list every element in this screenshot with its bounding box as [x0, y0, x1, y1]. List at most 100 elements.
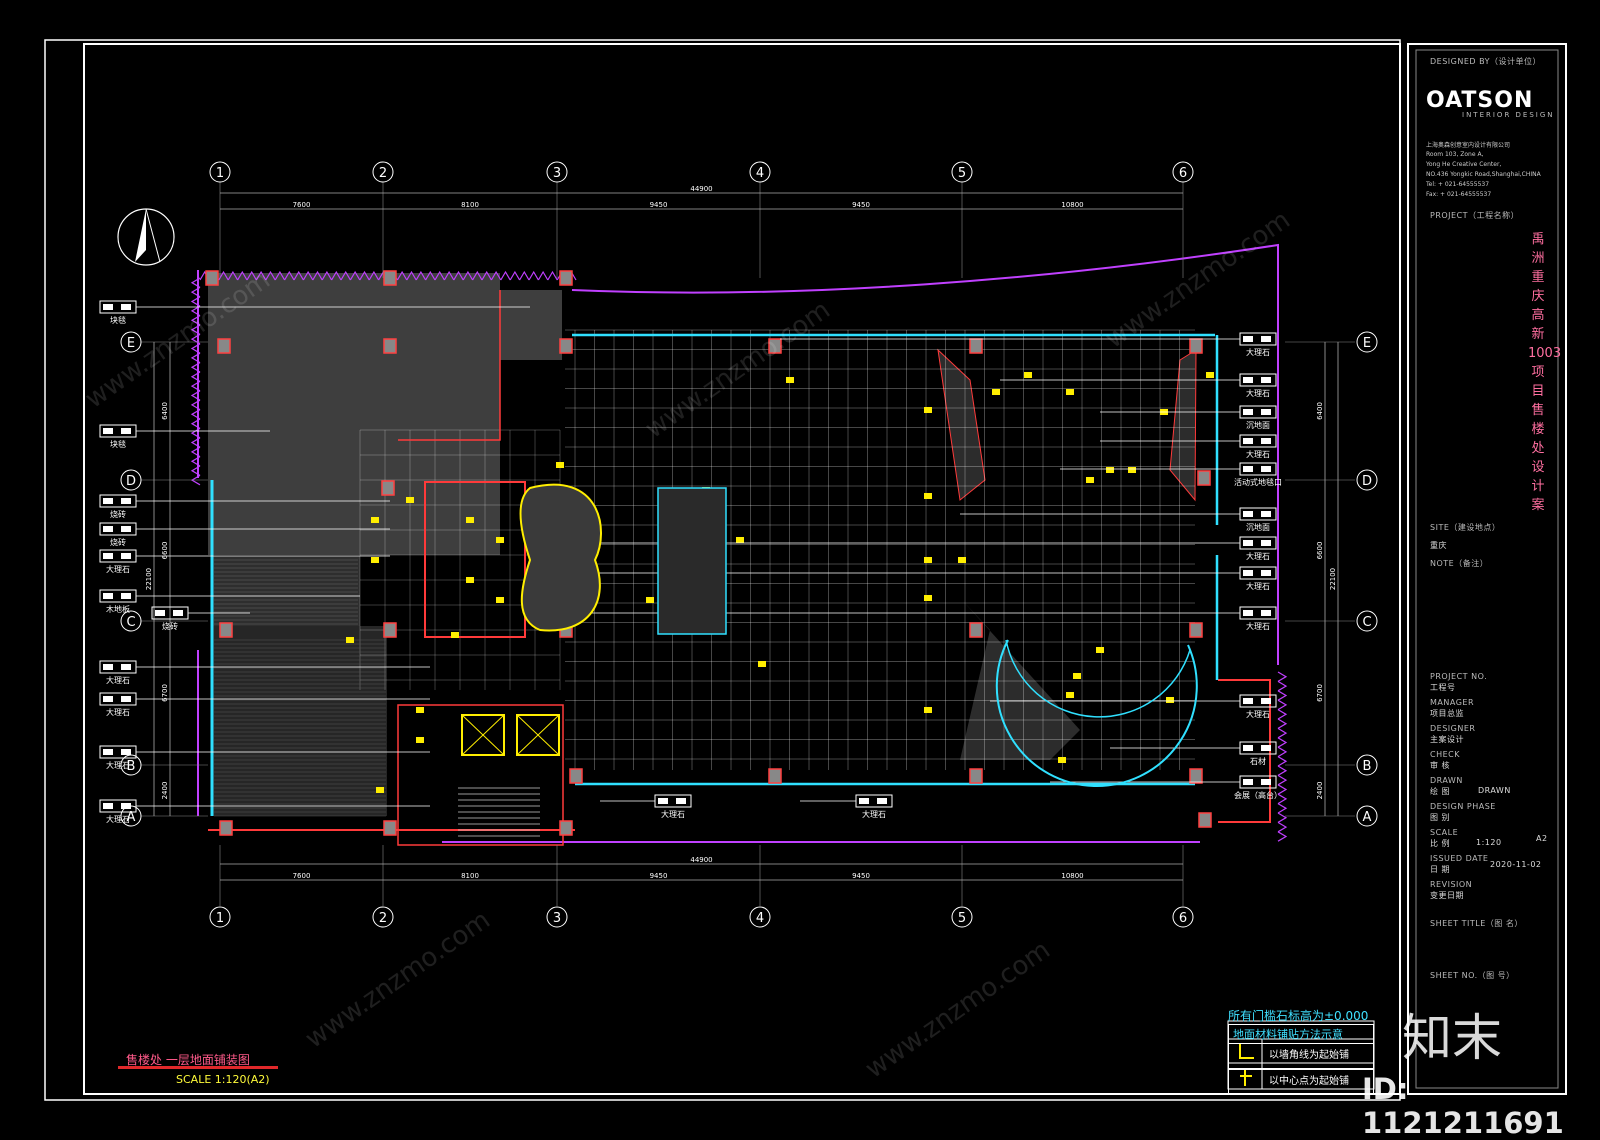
- left-callout-label: 烧砖: [110, 537, 126, 547]
- column-icon: [969, 768, 983, 784]
- left-callout-tag-fill: [103, 803, 113, 809]
- marker-icon: [1058, 757, 1066, 763]
- axis-label-top: 3: [553, 166, 561, 181]
- axis-label-top: 2: [379, 166, 387, 181]
- dim-seg-vertical: 6600: [161, 542, 169, 560]
- boundary-zigzag-right: [1277, 680, 1288, 692]
- column-icon: [1198, 812, 1212, 828]
- round-planter-island: [519, 483, 602, 632]
- boundary-zigzag-right: [1277, 709, 1288, 720]
- left-callout-tag-fill: [121, 593, 131, 599]
- column-icon: [383, 338, 397, 354]
- right-callout-tag-fill: [1243, 745, 1253, 751]
- marker-icon: [786, 377, 794, 383]
- axis-label-top: 6: [1179, 166, 1187, 181]
- marker-icon: [406, 497, 414, 503]
- right-callout-label: 大理石: [1246, 581, 1270, 591]
- axis-label-right: D: [1362, 474, 1372, 489]
- right-callout-label: 石材: [1250, 756, 1266, 766]
- right-callout-tag-fill: [1261, 745, 1271, 751]
- right-callout-label: 大理石: [1246, 347, 1270, 357]
- axis-label-bottom: 2: [379, 911, 387, 926]
- floor-plan-svg: 112233445566E ED DC CB BA A449007600 8100 9450 9…: [44, 39, 1567, 1101]
- marker-icon: [1086, 477, 1094, 483]
- right-callout-tag-fill: [1261, 409, 1271, 415]
- right-callout-label: 活动式地毯口: [1234, 477, 1282, 487]
- boundary-zigzag-right: [1277, 718, 1288, 729]
- marker-icon: [376, 787, 384, 793]
- boundary-zigzag-top: [537, 270, 549, 281]
- right-callout-tag-fill: [1261, 540, 1271, 546]
- marker-icon: [924, 595, 932, 601]
- phase-label: DESIGN PHASE: [1430, 802, 1496, 811]
- column-icon: [383, 622, 397, 638]
- boundary-zigzag-top: [500, 270, 511, 281]
- left-callout-tag-fill: [103, 304, 113, 310]
- axis-label-top: 1: [216, 166, 224, 181]
- right-callout-tag-fill: [1261, 466, 1271, 472]
- right-callout-tag-fill: [1243, 698, 1253, 704]
- boundary-zigzag-right: [1277, 746, 1288, 758]
- axis-label-bottom: 3: [553, 911, 561, 926]
- drawn-value: DRAWN: [1478, 786, 1511, 795]
- drawing-title-underline: [118, 1066, 278, 1069]
- marker-icon: [496, 537, 504, 543]
- column-icon: [1197, 470, 1211, 486]
- column-icon: [768, 768, 782, 784]
- axis-label-left: C: [126, 615, 135, 630]
- left-callout-label: 烧砖: [110, 509, 126, 519]
- axis-label-bottom: 6: [1179, 911, 1187, 926]
- check-label: CHECK: [1430, 750, 1460, 759]
- boundary-zigzag-top: [519, 270, 530, 281]
- right-callout-label: 大理石: [1246, 709, 1270, 719]
- dim-total: 44900: [690, 856, 712, 864]
- dim-seg: 9450: [650, 872, 668, 880]
- project-name: 禹洲重庆高新1003项目 售楼处设计案: [1528, 232, 1562, 513]
- left-callout-label: 大理石: [106, 814, 130, 824]
- column-icon: [219, 622, 233, 638]
- marker-icon: [646, 597, 654, 603]
- designed-by-label: DESIGNED BY（设计单位）: [1430, 57, 1542, 66]
- marker-icon: [1096, 647, 1104, 653]
- column-icon: [217, 338, 231, 354]
- dim-total-vertical: 22100: [145, 568, 153, 590]
- axis-label-right: A: [1363, 810, 1372, 825]
- check-cn: 审 核: [1430, 761, 1451, 770]
- right-callout-tag-fill: [1243, 540, 1253, 546]
- column-icon: [205, 270, 219, 286]
- dim-seg: 7600: [293, 872, 311, 880]
- manager-cn: 项目总监: [1430, 709, 1464, 718]
- marker-icon: [958, 557, 966, 563]
- left-callout-tag-fill: [103, 553, 113, 559]
- bottom-callout-label: 大理石: [862, 809, 886, 819]
- left-callout-tag-fill: [121, 749, 131, 755]
- column-icon: [1189, 768, 1203, 784]
- right-callout-tag-fill: [1243, 570, 1253, 576]
- boundary-zigzag-right: [1277, 756, 1288, 767]
- dim-seg: 9450: [852, 872, 870, 880]
- left-callout-tag-fill: [121, 304, 131, 310]
- dim-seg-vertical: 2400: [1316, 782, 1324, 800]
- dim-seg-vertical: 6400: [161, 402, 169, 420]
- legend-row-center: 以中心点为起始铺: [1228, 1069, 1374, 1095]
- right-callout-tag-fill: [1243, 409, 1253, 415]
- north-arrow-icon: [117, 208, 175, 266]
- marker-icon: [371, 557, 379, 563]
- site-value: 重庆: [1430, 541, 1447, 550]
- boundary-zigzag-right: [1277, 690, 1288, 701]
- right-callout-label: 沉地面: [1246, 522, 1270, 532]
- boundary-zigzag-right: [1277, 831, 1288, 842]
- address-line-4: Tel: + 021-64555537: [1426, 181, 1490, 188]
- dim-total: 44900: [690, 185, 712, 193]
- marker-icon: [416, 737, 424, 743]
- dim-total-vertical: 22100: [1329, 568, 1337, 590]
- designer-label: DESIGNER: [1430, 724, 1476, 733]
- marker-icon: [924, 557, 932, 563]
- marker-icon: [924, 707, 932, 713]
- marker-icon: [992, 389, 1000, 395]
- drawing-scale: SCALE 1:120(A2): [176, 1073, 270, 1086]
- right-callout-label: 大理石: [1246, 551, 1270, 561]
- marble-area-lower: [212, 626, 387, 816]
- watermark-id: ID: 1121211691: [1362, 1072, 1564, 1140]
- axis-label-left: E: [127, 336, 135, 351]
